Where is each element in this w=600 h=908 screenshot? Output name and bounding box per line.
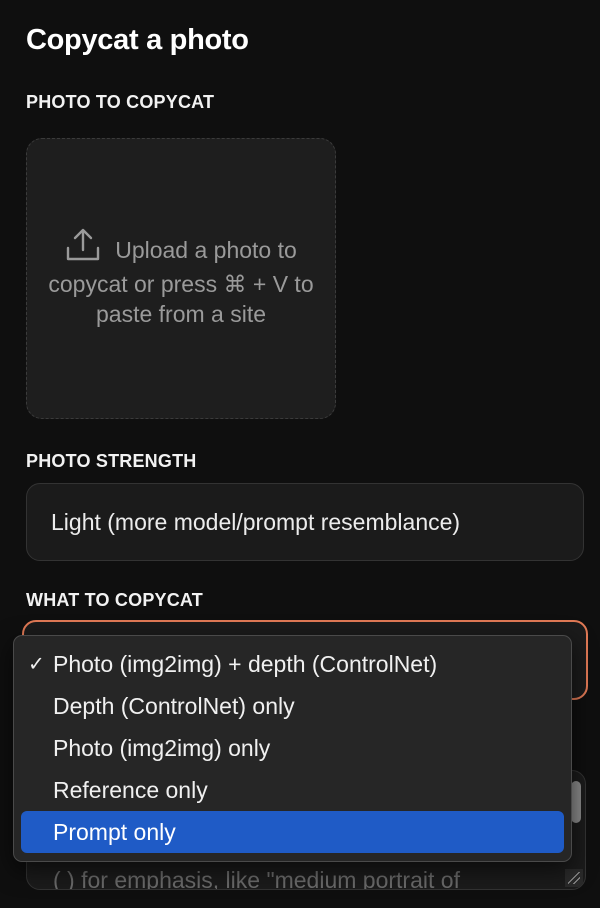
- resize-handle[interactable]: [565, 869, 583, 887]
- photo-strength-value: Light (more model/prompt resemblance): [51, 508, 461, 535]
- menu-item-label: Photo (img2img) only: [53, 734, 271, 761]
- menu-item-depth-only[interactable]: Depth (ControlNet) only: [21, 685, 564, 727]
- menu-item-label: Photo (img2img) + depth (ControlNet): [53, 650, 438, 677]
- photo-to-copycat-label: PHOTO TO COPYCAT: [26, 92, 215, 112]
- checkmark-icon: ✓: [28, 653, 45, 676]
- menu-item-photo-only[interactable]: Photo (img2img) only: [21, 727, 564, 769]
- page-title: Copycat a photo: [26, 24, 249, 56]
- what-to-copycat-dropdown-menu: ✓ Photo (img2img) + depth (ControlNet) D…: [13, 635, 572, 862]
- what-to-copycat-label: WHAT TO COPYCAT: [26, 590, 203, 610]
- menu-item-prompt-only[interactable]: Prompt only: [21, 811, 564, 853]
- menu-item-label: Depth (ControlNet) only: [53, 692, 295, 719]
- upload-instructions: Upload a photo to copycat or press ⌘ + V…: [46, 228, 316, 329]
- menu-item-label: Reference only: [53, 776, 208, 803]
- photo-upload-dropzone[interactable]: Upload a photo to copycat or press ⌘ + V…: [26, 138, 336, 419]
- photo-strength-label: PHOTO STRENGTH: [26, 451, 197, 471]
- prompt-scrollbar[interactable]: [571, 781, 581, 823]
- menu-item-photo-depth[interactable]: ✓ Photo (img2img) + depth (ControlNet): [21, 643, 564, 685]
- menu-item-label: Prompt only: [53, 818, 176, 845]
- upload-icon: [65, 228, 101, 269]
- photo-strength-select[interactable]: Light (more model/prompt resemblance): [26, 483, 584, 561]
- menu-item-reference-only[interactable]: Reference only: [21, 769, 564, 811]
- prompt-placeholder: ( ) for emphasis, like "medium portrait …: [53, 867, 460, 890]
